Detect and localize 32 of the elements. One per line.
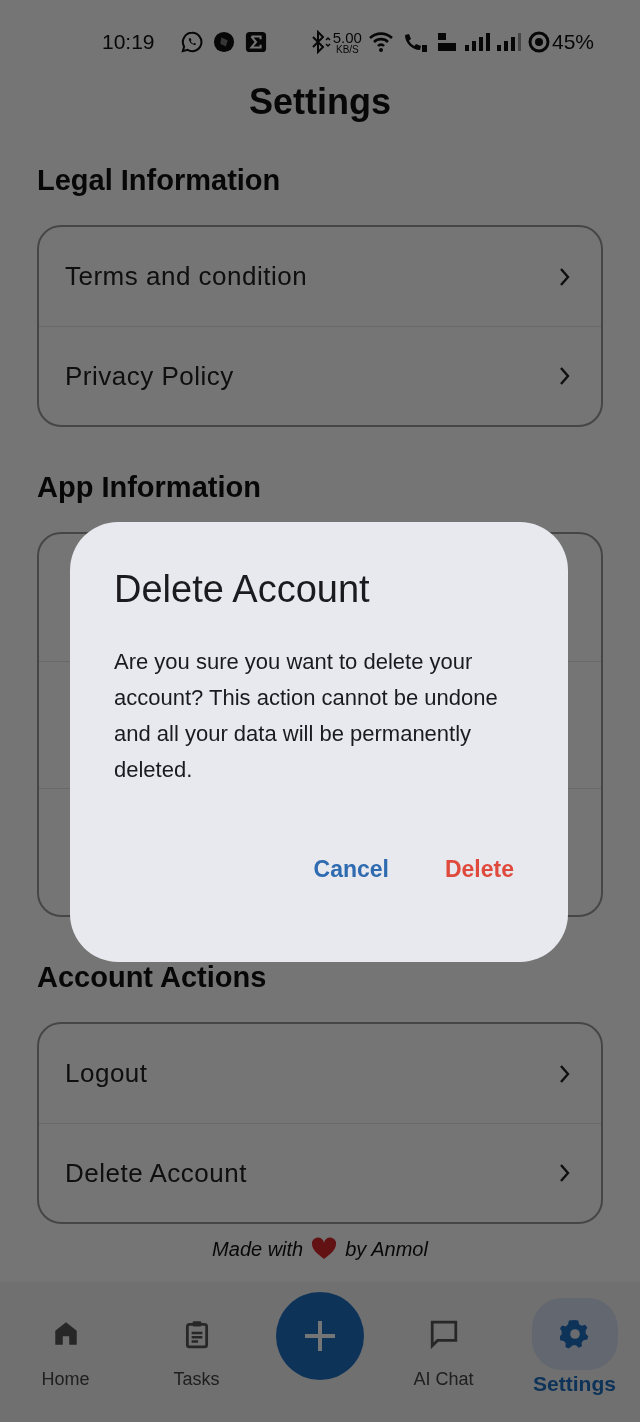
- plus-icon: [302, 1318, 338, 1354]
- network-speed: 5.00: [332, 29, 362, 45]
- signal-icon: [495, 32, 522, 52]
- section-heading: Legal Information: [37, 166, 282, 195]
- section-heading: App Information: [37, 473, 262, 502]
- settings-icon: [559, 1319, 590, 1349]
- settings-row[interactable]: Terms and condition: [39, 227, 601, 326]
- sigma-icon: [244, 31, 267, 53]
- settings-row[interactable]: Privacy Policy: [39, 326, 601, 425]
- page-title: Settings: [248, 84, 392, 120]
- section-heading: Account Actions: [37, 963, 268, 992]
- nav-tab[interactable]: AI Chat: [378, 1292, 509, 1393]
- clock: 10:19: [102, 29, 155, 56]
- chat-bubble-icon: [428, 1319, 459, 1349]
- dialog-message: Are you sure you want to delete your account? This action cannot be undone and all your data will be permanently deleted.: [114, 648, 499, 784]
- battery-level: 45%: [551, 29, 594, 56]
- round-logo-icon: [212, 31, 235, 53]
- battery-ring-icon: [527, 31, 550, 53]
- nav-tab[interactable]: Tasks: [131, 1292, 262, 1393]
- chat-bubble-icon: [180, 31, 203, 53]
- settings-row[interactable]: Delete Account: [39, 1123, 601, 1222]
- nav-tab[interactable]: Home: [0, 1292, 131, 1393]
- heart-icon: [311, 1237, 338, 1261]
- settings-row[interactable]: Logout: [39, 1024, 601, 1123]
- dialog-title: Delete Account: [114, 570, 371, 608]
- cancel-button[interactable]: Cancel: [295, 846, 407, 893]
- signal-icon: [463, 32, 490, 52]
- speed-unit: KB/S: [335, 44, 359, 55]
- footer-text: Made with: [212, 1237, 304, 1262]
- nav-tab[interactable]: Settings: [509, 1292, 640, 1400]
- delete-button[interactable]: Delete: [426, 846, 532, 893]
- footer-text: by Anmol: [345, 1237, 428, 1262]
